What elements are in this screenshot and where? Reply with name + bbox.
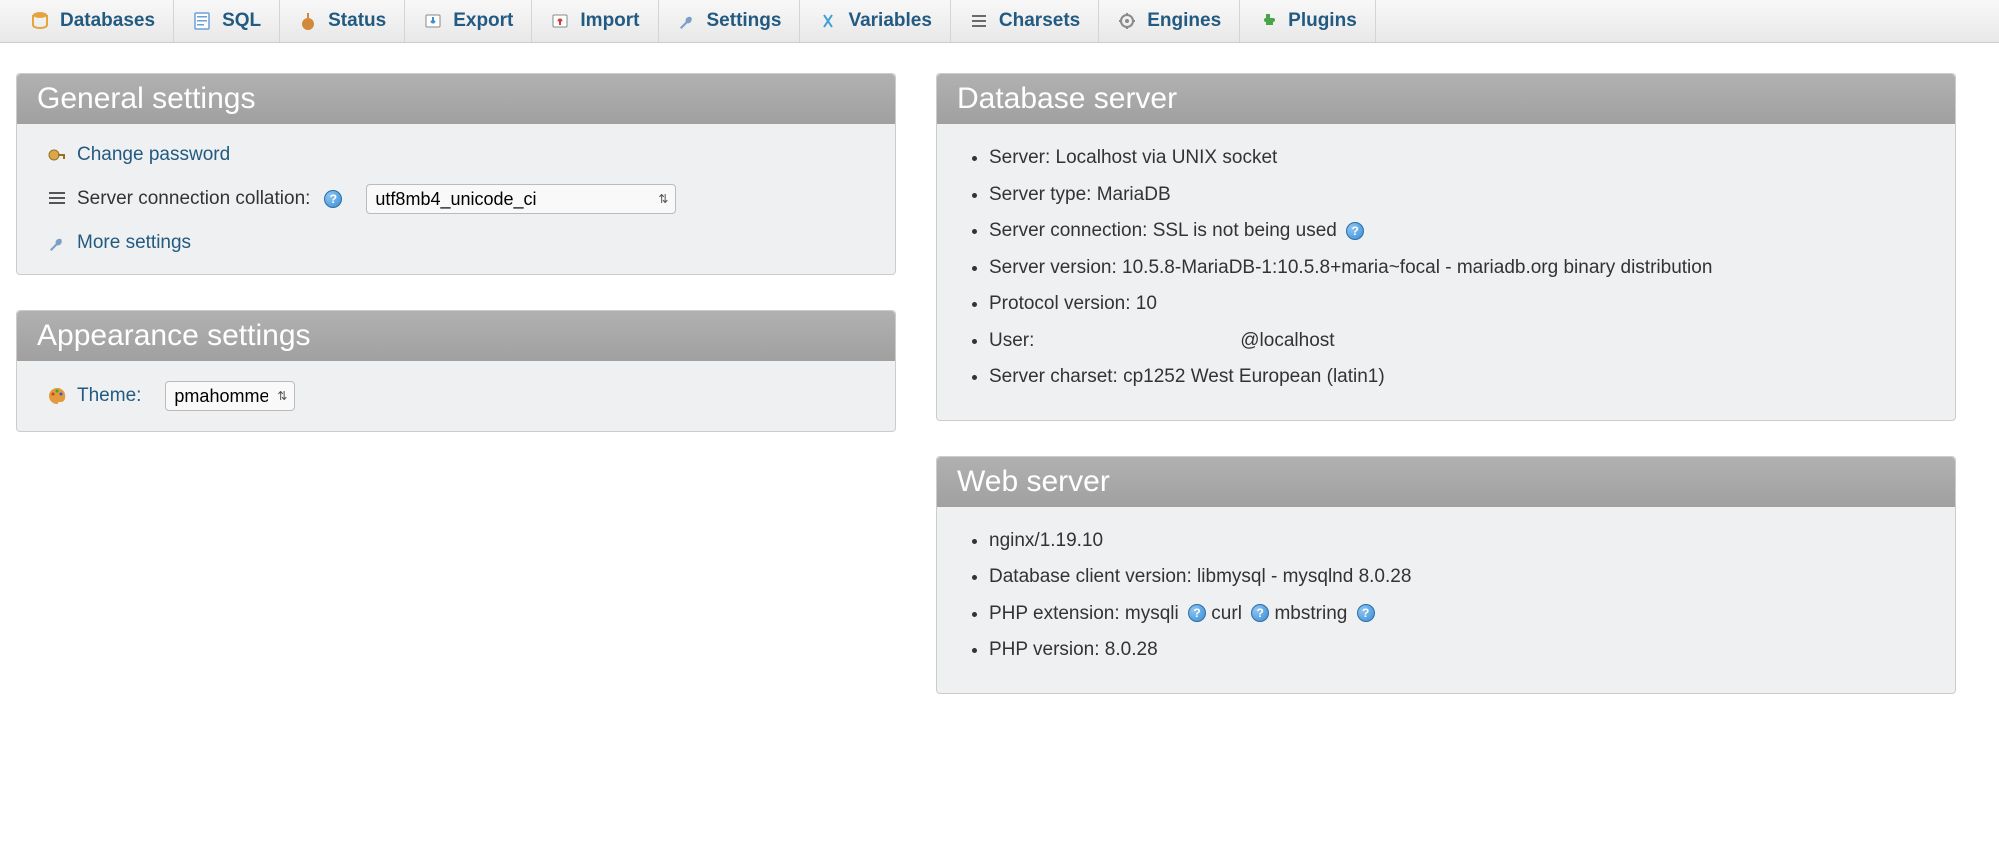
nav-tab-settings[interactable]: Settings [659, 0, 801, 42]
database-server-title: Database server [937, 74, 1955, 124]
list-item: PHP version: 8.0.28 [989, 636, 1925, 665]
nav-tab-status[interactable]: Status [280, 0, 405, 42]
nav-tab-plugins[interactable]: Plugins [1240, 0, 1376, 42]
nav-tab-databases[interactable]: Databases [12, 0, 174, 42]
list-item: PHP extension: mysqli ? curl ? mbstring … [989, 600, 1925, 629]
list-item: Server version: 10.5.8-MariaDB-1:10.5.8+… [989, 254, 1925, 283]
web-server-panel: Web server nginx/1.19.10 Database client… [936, 456, 1956, 694]
nav-label: Status [328, 10, 386, 32]
list-item: Protocol version: 10 [989, 290, 1925, 319]
palette-icon [47, 386, 67, 406]
collation-label: Server connection collation: [77, 188, 310, 210]
nav-tab-charsets[interactable]: Charsets [951, 0, 1099, 42]
variables-icon [818, 11, 838, 31]
import-icon [550, 11, 570, 31]
export-icon [423, 11, 443, 31]
nav-label: Engines [1147, 10, 1221, 32]
help-icon[interactable]: ? [1188, 604, 1206, 622]
nav-tab-engines[interactable]: Engines [1099, 0, 1240, 42]
web-server-list: nginx/1.19.10 Database client version: l… [967, 527, 1925, 665]
nav-tab-sql[interactable]: SQL [174, 0, 280, 42]
nav-tab-export[interactable]: Export [405, 0, 532, 42]
database-server-panel: Database server Server: Localhost via UN… [936, 73, 1956, 421]
change-password-link[interactable]: Change password [77, 144, 230, 166]
nav-label: SQL [222, 10, 261, 32]
list-item: Server type: MariaDB [989, 181, 1925, 210]
top-nav: Databases SQL Status Export Import Settings Va… [0, 0, 1999, 43]
wrench-icon [677, 11, 697, 31]
general-settings-title: General settings [17, 74, 895, 124]
nav-label: Settings [707, 10, 782, 32]
more-settings-link[interactable]: More settings [77, 232, 191, 254]
nav-tab-import[interactable]: Import [532, 0, 658, 42]
nav-label: Charsets [999, 10, 1080, 32]
charsets-icon [969, 11, 989, 31]
wrench-icon [47, 233, 67, 253]
sql-icon [192, 11, 212, 31]
collation-select[interactable]: utf8mb4_unicode_ci [366, 184, 676, 214]
help-icon[interactable]: ? [1346, 222, 1364, 240]
theme-label: Theme: [77, 385, 141, 407]
list-item: Database client version: libmysql - mysq… [989, 563, 1925, 592]
nav-label: Import [580, 10, 639, 32]
status-icon [298, 11, 318, 31]
database-icon [30, 11, 50, 31]
appearance-settings-title: Appearance settings [17, 311, 895, 361]
general-settings-panel: General settings Change password Server … [16, 73, 896, 275]
nav-label: Plugins [1288, 10, 1357, 32]
nav-label: Export [453, 10, 513, 32]
lock-key-icon [47, 145, 67, 165]
list-item: Server charset: cp1252 West European (la… [989, 363, 1925, 392]
list-item: Server: Localhost via UNIX socket [989, 144, 1925, 173]
web-server-title: Web server [937, 457, 1955, 507]
main-content: General settings Change password Server … [0, 43, 1999, 724]
theme-select[interactable]: pmahomme [165, 381, 295, 411]
list-item: nginx/1.19.10 [989, 527, 1925, 556]
engines-icon [1117, 11, 1137, 31]
list-icon [47, 189, 67, 209]
help-icon[interactable]: ? [1357, 604, 1375, 622]
help-icon[interactable]: ? [324, 190, 342, 208]
nav-label: Databases [60, 10, 155, 32]
appearance-settings-panel: Appearance settings Theme: pmahomme [16, 310, 896, 432]
list-item: Server connection: SSL is not being used… [989, 217, 1925, 246]
plugins-icon [1258, 11, 1278, 31]
database-server-list: Server: Localhost via UNIX socket Server… [967, 144, 1925, 392]
help-icon[interactable]: ? [1251, 604, 1269, 622]
list-item: User: @localhost [989, 327, 1925, 356]
nav-tab-variables[interactable]: Variables [800, 0, 950, 42]
nav-label: Variables [848, 10, 931, 32]
